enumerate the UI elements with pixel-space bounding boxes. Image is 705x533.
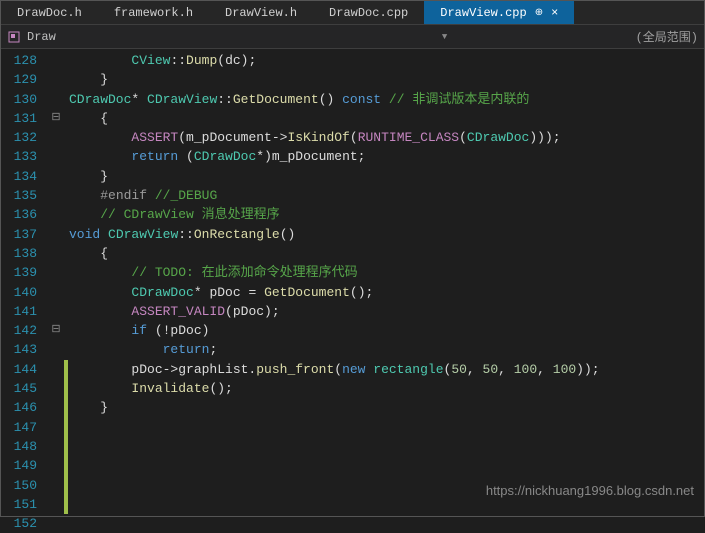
code-line[interactable]: return (CDrawDoc*)m_pDocument; <box>69 147 704 166</box>
code-line[interactable]: // CDrawView 消息处理程序 <box>69 205 704 224</box>
context-icon <box>7 30 21 44</box>
line-number: 129 <box>1 70 49 89</box>
line-number: 136 <box>1 205 49 224</box>
line-number: 144 <box>1 360 49 379</box>
change-marker <box>64 360 68 379</box>
tab-drawdoc-h[interactable]: DrawDoc.h <box>1 1 98 24</box>
line-number: 149 <box>1 456 49 475</box>
change-marker <box>64 476 68 495</box>
line-number: 139 <box>1 263 49 282</box>
line-number: 145 <box>1 379 49 398</box>
code-line[interactable]: { <box>69 109 704 128</box>
code-line[interactable]: Invalidate(); <box>69 379 704 398</box>
change-marker <box>64 418 68 437</box>
code-line[interactable]: pDoc->graphList.push_front(new rectangle… <box>69 360 704 379</box>
editor-tabs: DrawDoc.h framework.h DrawView.h DrawDoc… <box>1 1 704 25</box>
context-toolbar: Draw ▼ (全局范围) <box>1 25 704 49</box>
code-line[interactable]: ASSERT_VALID(pDoc); <box>69 302 704 321</box>
code-area[interactable]: CView::Dump(dc); }CDrawDoc* CDrawView::G… <box>69 49 704 516</box>
line-number: 147 <box>1 418 49 437</box>
line-number: 130 <box>1 90 49 109</box>
line-number: 141 <box>1 302 49 321</box>
line-number: 146 <box>1 398 49 417</box>
line-number: 150 <box>1 476 49 495</box>
line-number: 133 <box>1 147 49 166</box>
code-line[interactable]: } <box>69 70 704 89</box>
line-number: 138 <box>1 244 49 263</box>
pin-icon[interactable]: ⊕ <box>535 7 543 19</box>
line-number: 140 <box>1 283 49 302</box>
line-number: 143 <box>1 340 49 359</box>
code-line[interactable]: void CDrawView::OnRectangle() <box>69 225 704 244</box>
code-line[interactable]: { <box>69 244 704 263</box>
change-marker <box>64 379 68 398</box>
line-number: 142 <box>1 321 49 340</box>
change-marker <box>64 456 68 475</box>
line-number: 135 <box>1 186 49 205</box>
change-marker <box>64 398 68 417</box>
code-line[interactable]: } <box>69 167 704 186</box>
code-line[interactable]: CDrawDoc* CDrawView::GetDocument() const… <box>69 90 704 109</box>
change-marker <box>64 437 68 456</box>
tab-drawview-h[interactable]: DrawView.h <box>209 1 313 24</box>
change-marker <box>64 495 68 514</box>
code-line[interactable]: // TODO: 在此添加命令处理程序代码 <box>69 263 704 282</box>
code-line[interactable]: CDrawDoc* pDoc = GetDocument(); <box>69 283 704 302</box>
line-number: 128 <box>1 51 49 70</box>
fold-toggle-icon[interactable]: ⊟ <box>49 321 63 340</box>
code-line[interactable]: } <box>69 398 704 417</box>
line-number: 134 <box>1 167 49 186</box>
line-number: 137 <box>1 225 49 244</box>
fold-toggle-icon[interactable]: ⊟ <box>49 109 63 128</box>
tab-drawview-cpp[interactable]: DrawView.cpp ⊕ × <box>424 1 574 24</box>
tab-framework-h[interactable]: framework.h <box>98 1 209 24</box>
chevron-down-icon[interactable]: ▼ <box>442 32 447 42</box>
tab-drawdoc-cpp[interactable]: DrawDoc.cpp <box>313 1 424 24</box>
line-number: 131 <box>1 109 49 128</box>
line-number-gutter: 1281291301311321331341351361371381391401… <box>1 49 49 516</box>
editor-area: 1281291301311321331341351361371381391401… <box>1 49 704 516</box>
code-line[interactable]: return; <box>69 340 704 359</box>
code-line[interactable]: if (!pDoc) <box>69 321 704 340</box>
line-number: 151 <box>1 495 49 514</box>
code-line[interactable]: ASSERT(m_pDocument->IsKindOf(RUNTIME_CLA… <box>69 128 704 147</box>
code-line[interactable]: CView::Dump(dc); <box>69 51 704 70</box>
scope-dropdown[interactable]: (全局范围) <box>636 28 698 45</box>
context-dropdown[interactable]: Draw <box>27 30 56 44</box>
code-line[interactable]: #endif //_DEBUG <box>69 186 704 205</box>
close-icon[interactable]: × <box>551 6 558 20</box>
fold-column: ⊟⊟ <box>49 49 63 516</box>
line-number: 148 <box>1 437 49 456</box>
line-number: 132 <box>1 128 49 147</box>
